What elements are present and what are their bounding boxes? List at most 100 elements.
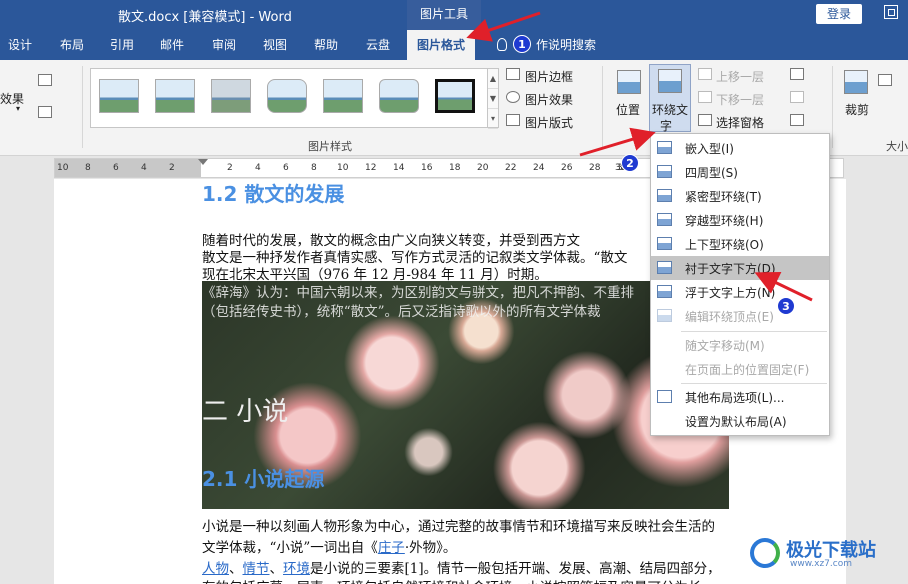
ruler-tick: 10 (337, 163, 349, 173)
selection-pane-button[interactable]: 选择窗格 (716, 114, 764, 131)
menu-item-top-bottom[interactable]: 上下型环绕(O) (651, 232, 829, 256)
para2-line1[interactable]: 小说是一种以刻画人物形象为中心，通过完整的故事情节和环境描写来反映社会生活的 (202, 515, 715, 535)
ruler-tick: 2 (169, 163, 175, 173)
picture-tools-context-label: 图片工具 (407, 0, 481, 30)
menu-item-through[interactable]: 穿越型环绕(H) (651, 208, 829, 232)
effects-partial-label[interactable]: 效果 (0, 90, 24, 107)
position-button[interactable]: 位置 (616, 101, 640, 118)
para3-line1[interactable]: 人物、情节、环境是小说的三要素[1]。情节一般包括开端、发展、高潮、结局四部分， (202, 557, 721, 577)
menu-item-behind-text[interactable]: 衬于文字下方(D) (651, 256, 829, 280)
inline-icon (657, 141, 672, 154)
menu-item-more-layout-options[interactable]: 其他布局选项(L)... (651, 385, 829, 409)
picture-border-button[interactable]: 图片边框 (525, 68, 573, 85)
align-icon[interactable] (790, 68, 804, 80)
style-thumb-7[interactable] (435, 79, 475, 113)
rotate-icon[interactable] (790, 114, 804, 126)
para1-line3[interactable]: 现在北宋太平兴国（976 年 12 月-984 年 11 月）时期。 (202, 263, 548, 283)
watermark-url: www.xz7.com (790, 559, 852, 569)
ruler-tick: 4 (255, 163, 261, 173)
adjust-icon[interactable] (38, 74, 52, 86)
wrap-text-label-line2: 字 (660, 119, 673, 133)
para2-line2[interactable]: 文学体裁，“小说”一词出自《庄子·外物》。 (202, 536, 456, 556)
ruler-tick: 8 (311, 163, 317, 173)
ruler-tick: 2 (227, 163, 233, 173)
para2-text-b: ·外物》。 (404, 540, 457, 556)
menu-item-in-front-of-text[interactable]: 浮于文字上方(N) (651, 280, 829, 304)
layout-options-icon (657, 390, 672, 403)
send-backward-icon (698, 91, 712, 103)
style-thumb-3[interactable] (211, 79, 251, 113)
ribbon-display-options-icon[interactable] (884, 5, 898, 19)
bring-forward-button: 上移一层 (716, 70, 765, 84)
menu-item-square[interactable]: 四周型(S) (651, 160, 829, 184)
ruler-tick: 12 (365, 163, 377, 173)
ruler-tick: 22 (505, 163, 517, 173)
menu-item-set-default-layout[interactable]: 设置为默认布局(A) (651, 409, 829, 433)
tab-picture-format[interactable]: 图片格式 (407, 30, 476, 60)
menu-item-tight[interactable]: 紧密型环绕(T) (651, 184, 829, 208)
height-icon[interactable] (878, 74, 892, 86)
ruler-tick: 6 (283, 163, 289, 173)
picture-effects-button[interactable]: 图片效果 (525, 91, 573, 108)
para3-rest: 是小说的三要素[1]。情节一般包括开端、发展、高潮、结局四部分， (310, 561, 721, 577)
link-qingjie[interactable]: 情节 (243, 561, 270, 577)
tab-review[interactable]: 审阅 (212, 30, 236, 60)
ruler-tick: 18 (449, 163, 461, 173)
heading-1-2[interactable]: 1.2 散文的发展 (202, 178, 344, 207)
style-thumb-4[interactable] (267, 79, 307, 113)
chevron-down-icon: ▾ (16, 104, 21, 113)
ribbon-divider (82, 66, 83, 148)
ruler-tick: 6 (113, 163, 119, 173)
para3-sep2: 、 (269, 561, 284, 577)
crop-button[interactable]: 裁剪 (845, 101, 869, 118)
picture-border-icon[interactable] (506, 68, 520, 80)
link-renwu[interactable]: 人物 (202, 561, 229, 577)
link-zhuangzi[interactable]: 庄子 (378, 540, 405, 556)
picture-layout-icon[interactable] (506, 114, 520, 126)
crop-icon[interactable] (844, 70, 868, 94)
tab-view[interactable]: 视图 (263, 30, 287, 60)
tab-layout[interactable]: 布局 (60, 30, 84, 60)
tell-me-search[interactable]: 作说明搜索 (536, 30, 596, 60)
menu-item-inline[interactable]: 嵌入型(I) (651, 136, 829, 160)
lightbulb-icon[interactable] (497, 38, 507, 51)
tab-help[interactable]: 帮助 (314, 30, 338, 60)
ribbon-divider (602, 66, 603, 148)
menu-separator (681, 383, 827, 384)
link-huanjing[interactable]: 环境 (283, 561, 310, 577)
style-thumb-1[interactable] (99, 79, 139, 113)
bring-forward-icon (698, 68, 712, 80)
ruler-tick: 4 (141, 163, 147, 173)
step-badge-3: 3 (777, 297, 795, 315)
login-button[interactable]: 登录 (816, 4, 862, 24)
picture-styles-gallery (90, 68, 490, 128)
ruler-tick: 28 (589, 163, 601, 173)
gallery-scroll[interactable]: ▲ ▼ ▾ (487, 68, 499, 129)
para3-sep1: 、 (229, 561, 243, 577)
selection-pane-icon[interactable] (698, 114, 712, 126)
style-thumb-6[interactable] (379, 79, 419, 113)
wrap-text-button[interactable]: 环绕文 字 (649, 64, 691, 133)
overlay-heading-2: 二 小说 (202, 397, 289, 427)
edit-wrap-points-icon (657, 309, 672, 322)
watermark-logo-icon (750, 538, 780, 568)
para4-partial[interactable]: 有的包括序幕、尾声。环境包括自然环境和社会环境。小说按照篇幅及容量可分为长 (202, 576, 702, 584)
tab-references[interactable]: 引用 (110, 30, 134, 60)
tight-wrap-icon (657, 189, 672, 202)
top-bottom-wrap-icon (657, 237, 672, 250)
tab-cloud[interactable]: 云盘 (366, 30, 390, 60)
ruler-tick: 10 (57, 163, 69, 173)
tab-design[interactable]: 设计 (8, 30, 32, 60)
position-icon[interactable] (617, 70, 641, 94)
style-thumb-2[interactable] (155, 79, 195, 113)
tab-mailings[interactable]: 邮件 (160, 30, 184, 60)
overlay-line1: 《辞海》认为：中国六朝以来，为区别韵文与骈文，把凡不押韵、不重排 (202, 285, 634, 301)
picture-layout-button[interactable]: 图片版式 (525, 114, 573, 131)
style-thumb-5[interactable] (323, 79, 363, 113)
reset-picture-icon[interactable] (38, 106, 52, 118)
ribbon-tab-bar: 设计 布局 引用 邮件 审阅 视图 帮助 云盘 图片格式 作说明搜索 (0, 30, 908, 60)
ruler-tick: 8 (85, 163, 91, 173)
picture-effects-icon[interactable] (506, 91, 520, 103)
wrap-text-label-line1: 环绕文 (652, 103, 689, 117)
indent-marker[interactable] (198, 159, 208, 165)
